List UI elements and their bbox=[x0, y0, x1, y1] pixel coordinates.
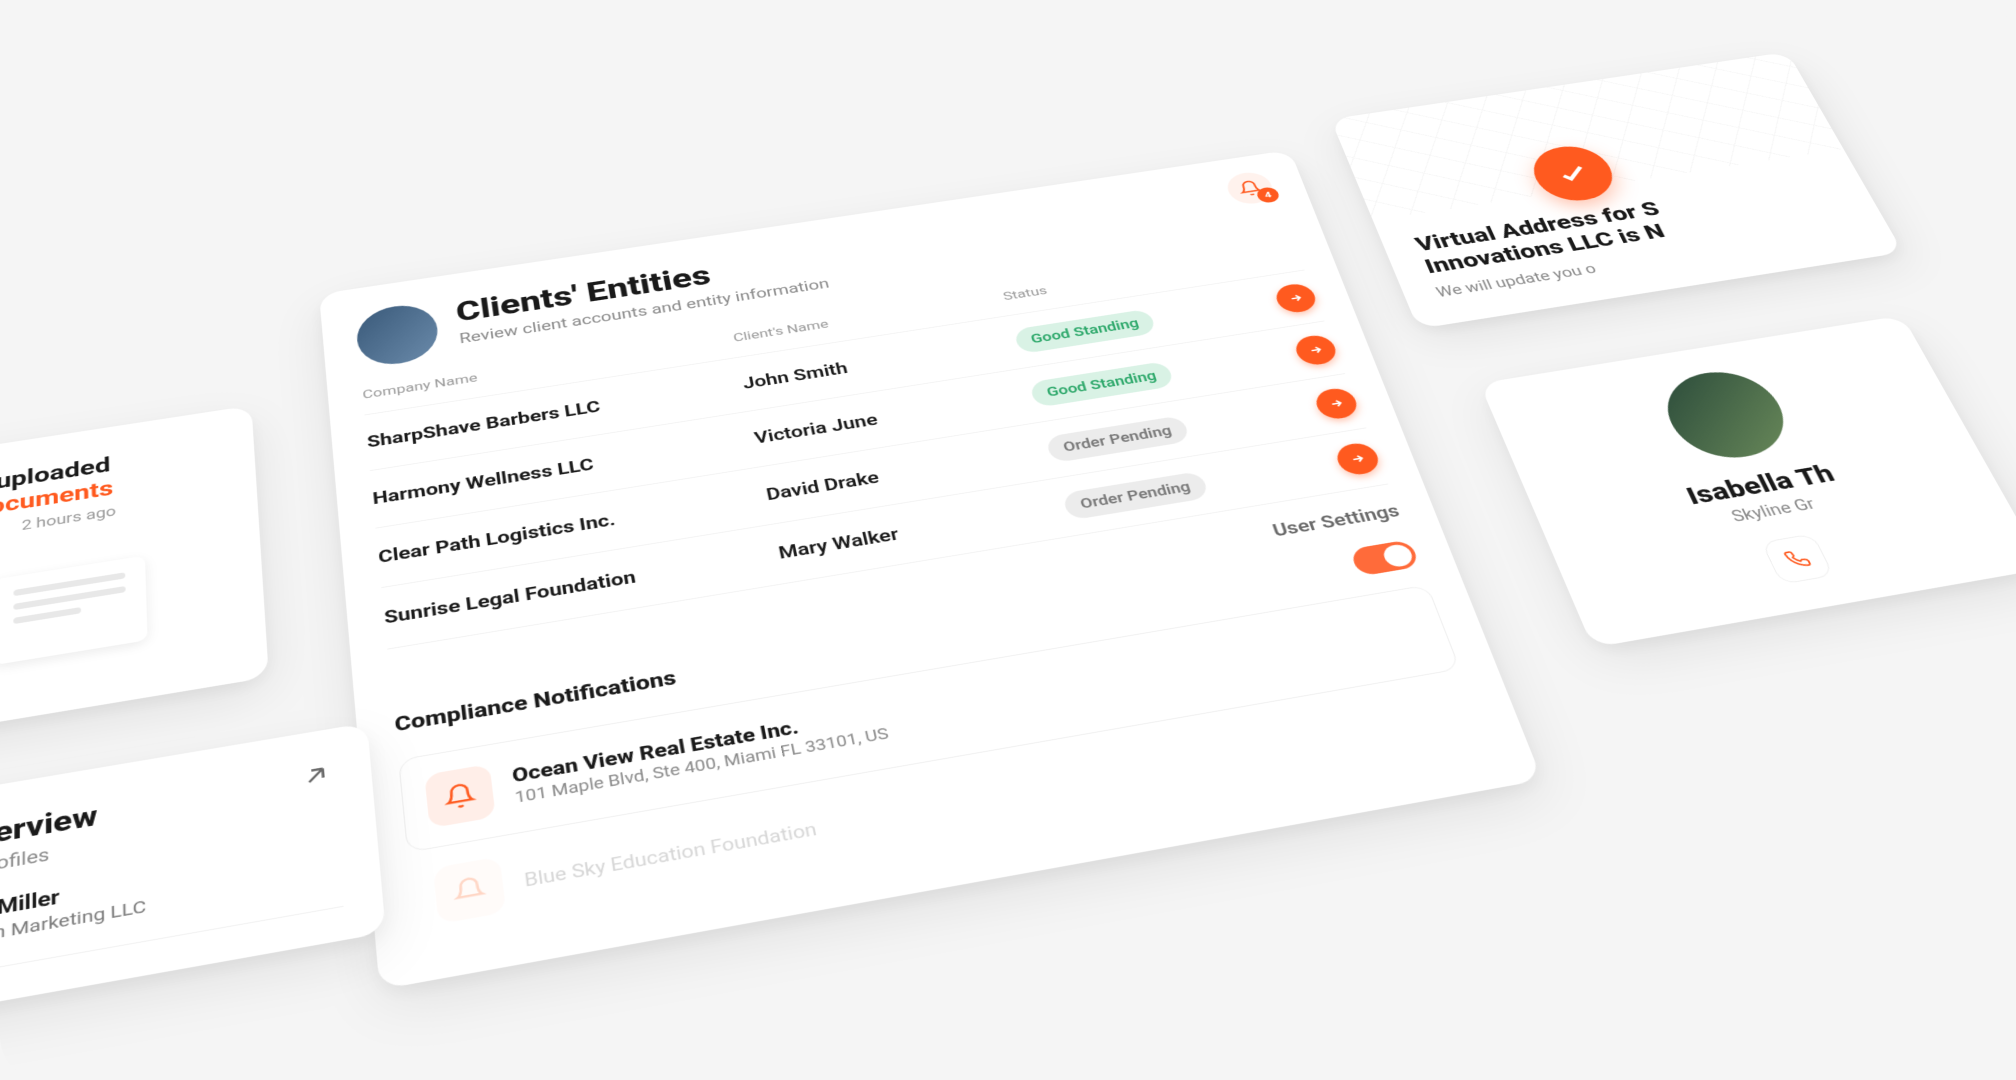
arrow-right-icon bbox=[1327, 397, 1346, 410]
compliance-toggle[interactable] bbox=[1349, 539, 1420, 576]
status-badge: Order Pending bbox=[1045, 415, 1191, 463]
check-icon bbox=[1550, 159, 1595, 188]
bell-icon bbox=[433, 856, 506, 924]
ghost-company: Blue Sky Education Foundation bbox=[523, 818, 818, 891]
overview-card: Clients' Overview Organize client profil… bbox=[0, 723, 386, 1042]
document-illustration bbox=[0, 517, 230, 707]
row-open-button[interactable] bbox=[1312, 386, 1361, 421]
row-open-button[interactable] bbox=[1292, 333, 1340, 367]
virtual-address-card: Virtual Address for S Innovations LLC is… bbox=[1331, 52, 1904, 329]
status-badge: Good Standing bbox=[1029, 361, 1175, 408]
user-avatar[interactable] bbox=[354, 301, 440, 370]
status-badge: Good Standing bbox=[1013, 308, 1157, 354]
notifications-button[interactable]: 4 bbox=[1223, 170, 1277, 207]
notification-count-badge: 4 bbox=[1255, 186, 1281, 204]
profile-card: Isabella Th Skyline Gr bbox=[1480, 315, 2016, 647]
profile-avatar[interactable] bbox=[1652, 365, 1801, 466]
call-button[interactable] bbox=[1761, 533, 1834, 584]
upload-card: Client uploaded new documents 2 hours ag… bbox=[0, 405, 269, 743]
success-badge bbox=[1524, 142, 1623, 206]
bell-icon bbox=[424, 764, 496, 828]
external-link-button[interactable] bbox=[298, 759, 334, 792]
row-open-button[interactable] bbox=[1272, 282, 1320, 315]
arrow-right-icon bbox=[1287, 292, 1305, 305]
phone-icon bbox=[1782, 548, 1813, 570]
arrow-right-icon bbox=[1307, 344, 1325, 357]
row-open-button[interactable] bbox=[1333, 441, 1383, 477]
status-badge: Order Pending bbox=[1061, 471, 1209, 521]
arrow-right-icon bbox=[1348, 452, 1367, 466]
external-link-icon bbox=[298, 759, 334, 792]
entities-card: Clients' Entities Review client accounts… bbox=[319, 150, 1542, 990]
